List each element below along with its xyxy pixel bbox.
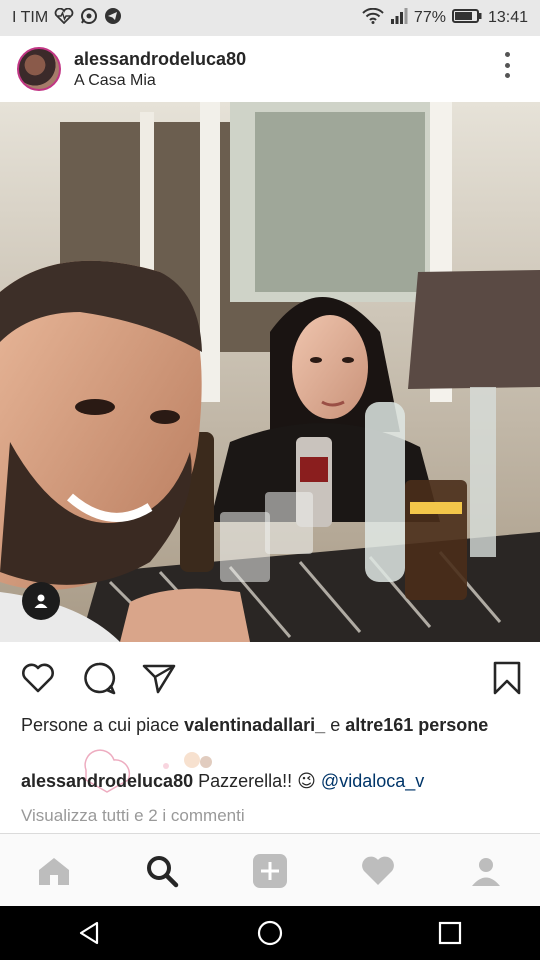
post-caption: alessandrodeluca80 Pazzerella!! 😉 @vidal…	[21, 768, 521, 794]
profile-icon	[472, 857, 500, 886]
post-header: alessandrodeluca80 A Casa Mia	[0, 36, 540, 102]
like-button[interactable]	[20, 660, 56, 696]
post-photo[interactable]	[0, 102, 540, 642]
battery-percent: 77%	[413, 9, 446, 26]
signal-icon	[390, 7, 408, 29]
post-actions	[0, 652, 540, 704]
system-back-button[interactable]	[60, 906, 120, 960]
whatsapp-icon	[80, 7, 98, 30]
post-location[interactable]: A Casa Mia	[74, 72, 246, 90]
telegram-icon	[104, 7, 122, 30]
search-icon	[147, 855, 179, 887]
nav-search[interactable]	[135, 844, 189, 898]
heart-icon	[22, 663, 54, 693]
caption-username[interactable]: alessandrodeluca80	[21, 771, 193, 791]
tagged-people-button[interactable]	[22, 582, 60, 620]
person-tag-icon	[34, 594, 48, 608]
more-dot-icon	[504, 52, 510, 57]
more-dot-icon	[504, 62, 510, 68]
battery-icon	[451, 8, 482, 29]
likes-prefix: Persone a cui piace	[21, 715, 185, 735]
back-triangle-icon	[79, 921, 99, 945]
home-icon	[39, 857, 69, 885]
recents-square-icon	[438, 921, 462, 945]
caption-text: Pazzerella!!	[193, 771, 298, 791]
carrier-label: I TIM	[12, 9, 49, 26]
bottom-navigation	[0, 833, 540, 907]
add-icon	[253, 853, 287, 888]
heartbeat-icon	[54, 7, 74, 29]
likes-joiner: e	[325, 715, 346, 735]
liker-username[interactable]: valentinadallari_	[184, 715, 325, 735]
system-home-button[interactable]	[240, 906, 300, 960]
comment-button[interactable]	[81, 660, 117, 696]
more-options-button[interactable]	[502, 52, 512, 78]
view-all-comments-link[interactable]: Visualizza tutti e 2 i commenti	[21, 806, 245, 826]
nav-add-post[interactable]	[243, 844, 297, 898]
nav-home[interactable]	[27, 844, 81, 898]
wink-emoji: 😉	[297, 771, 316, 791]
likes-others[interactable]: altre161 persone	[345, 715, 488, 735]
nav-profile[interactable]	[459, 844, 513, 898]
home-circle-icon	[257, 920, 283, 946]
bookmark-icon	[493, 661, 521, 695]
android-navigation-bar	[0, 906, 540, 960]
post-author-block: alessandrodeluca80 A Casa Mia	[74, 49, 246, 90]
avatar[interactable]	[17, 47, 61, 91]
activity-heart-icon	[362, 856, 394, 885]
caption-mention[interactable]: @vidaloca_v	[321, 771, 424, 791]
photo-illustration	[0, 102, 540, 642]
clock-time: 13:41	[487, 9, 528, 26]
status-bar: I TIM 77% 13:41	[0, 0, 540, 36]
wifi-icon	[362, 7, 384, 29]
likes-summary[interactable]: Persone a cui piace valentinadallari_ e …	[21, 712, 521, 738]
more-dot-icon	[504, 73, 510, 78]
share-button[interactable]	[141, 660, 177, 696]
share-paper-plane-icon	[142, 664, 176, 694]
save-button[interactable]	[489, 660, 525, 696]
comment-icon	[84, 662, 116, 695]
post-username[interactable]: alessandrodeluca80	[74, 49, 246, 70]
nav-activity[interactable]	[351, 844, 405, 898]
system-recents-button[interactable]	[420, 906, 480, 960]
